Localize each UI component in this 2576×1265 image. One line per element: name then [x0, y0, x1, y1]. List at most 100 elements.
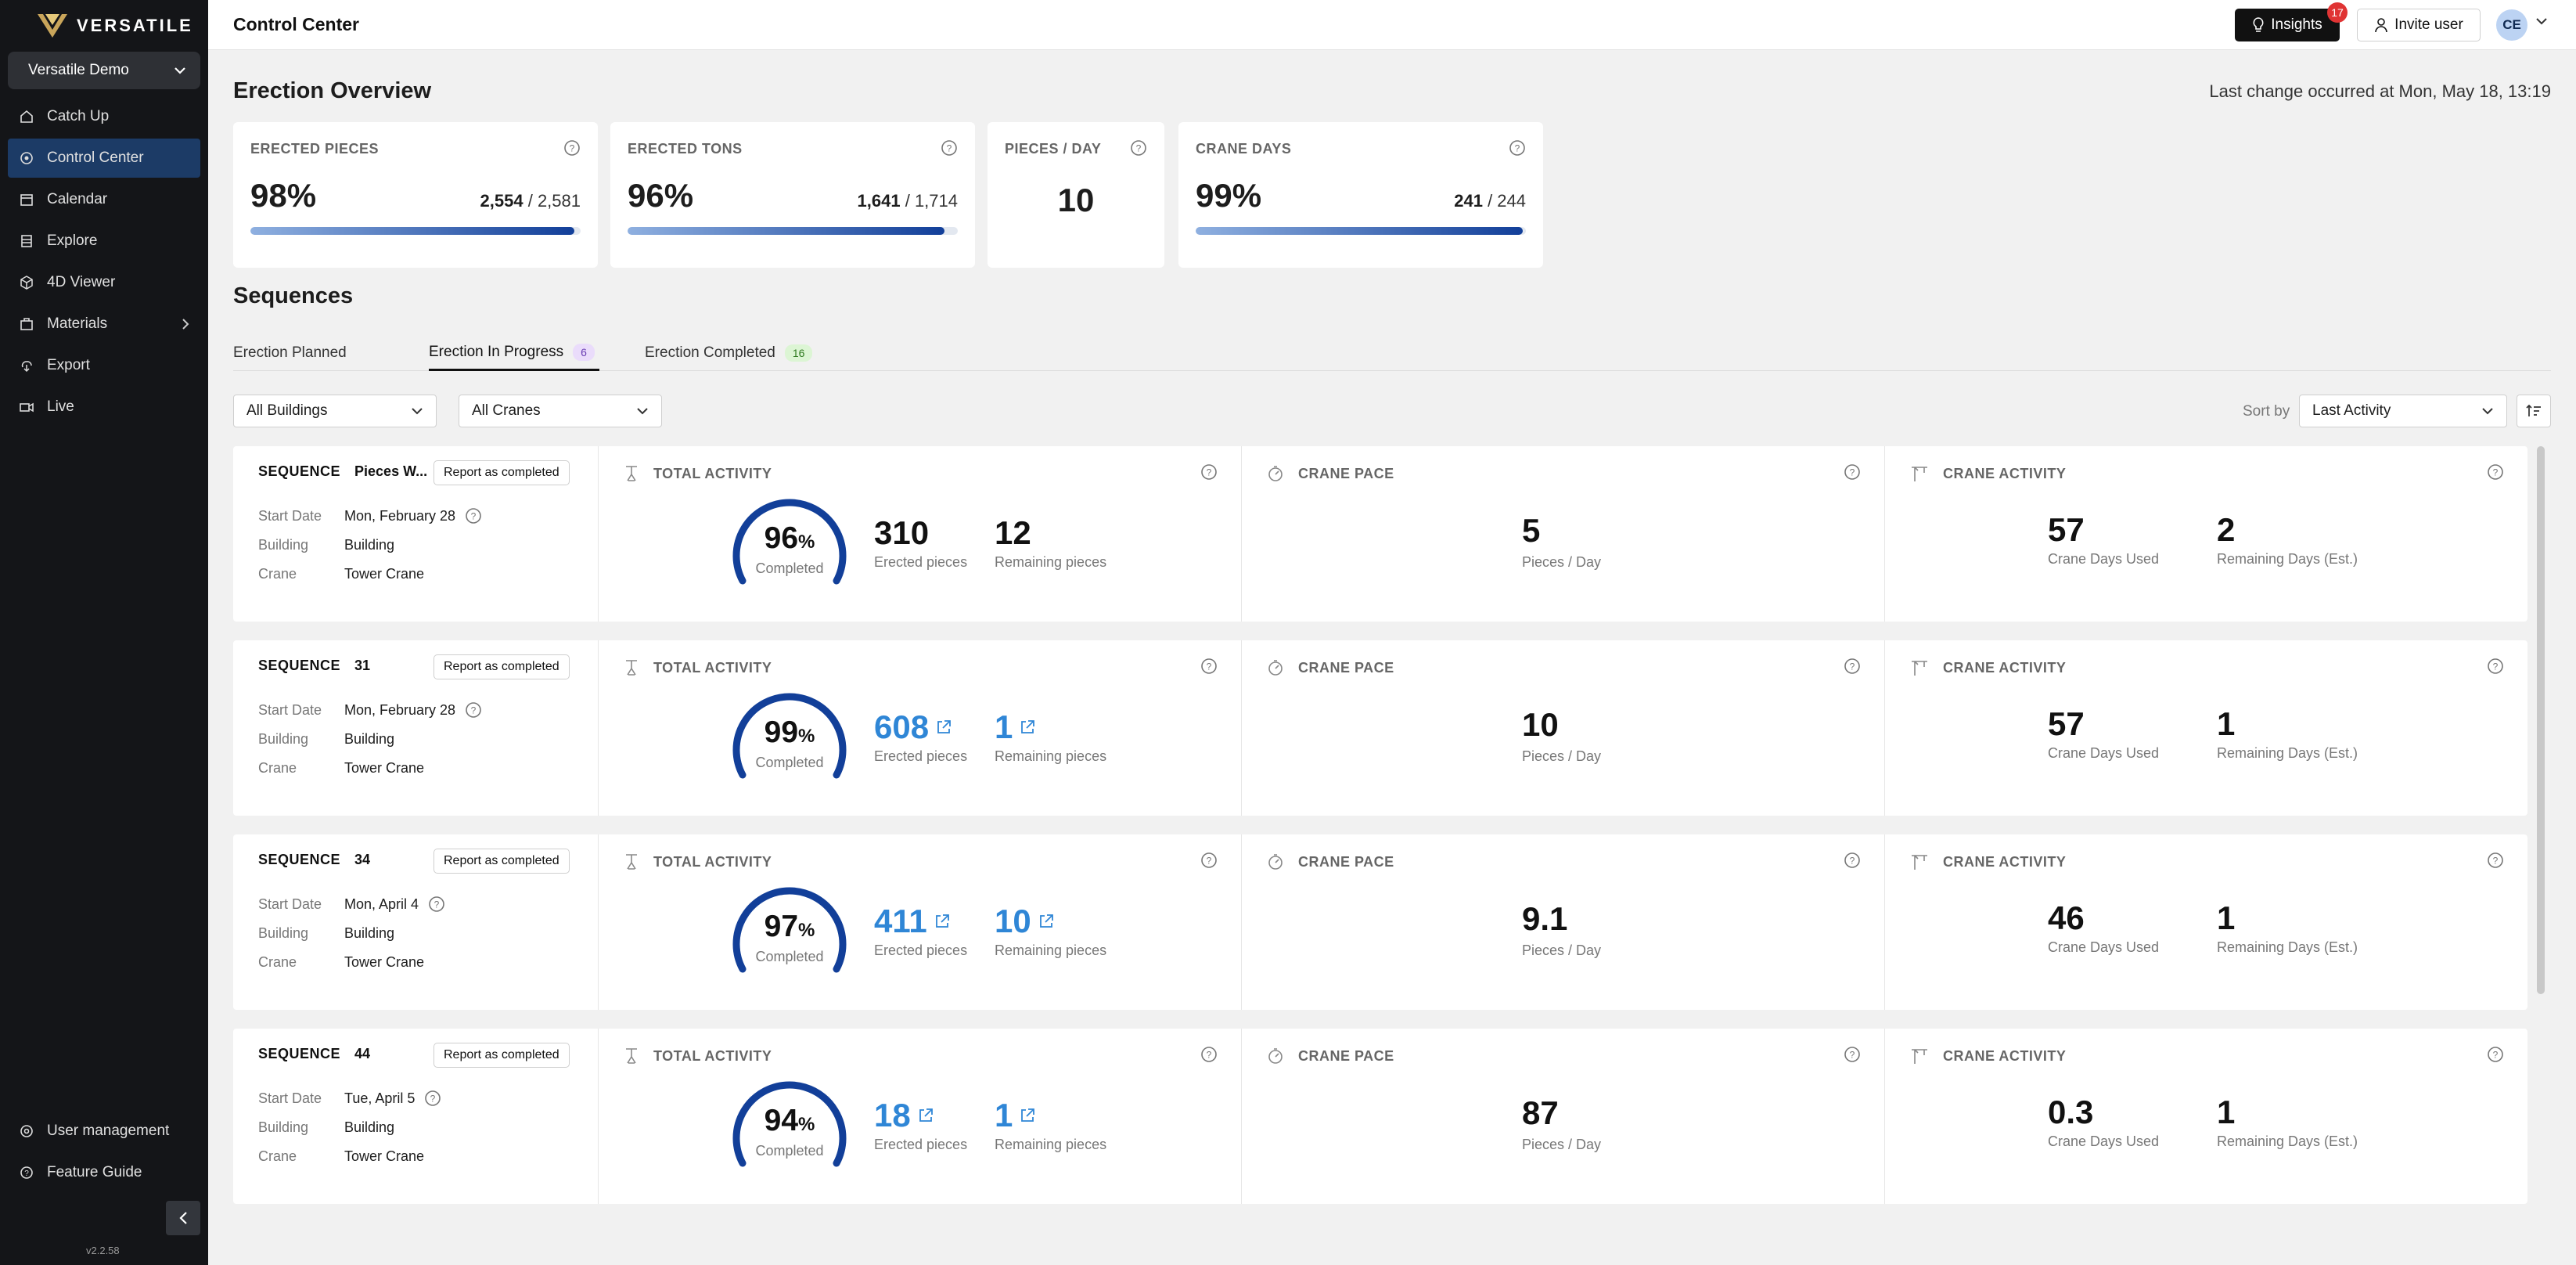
sidebar-item-feature-guide[interactable]: ? Feature Guide	[8, 1153, 200, 1192]
help-icon[interactable]: ?	[563, 139, 581, 157]
sidebar-item-label: Control Center	[47, 150, 144, 166]
help-icon[interactable]: ?	[1200, 1046, 1218, 1063]
erected-pieces-label: Erected pieces	[874, 554, 968, 570]
last-change-text: Last change occurred at Mon, May 18, 13:…	[2209, 81, 2551, 101]
sidebar-item-live[interactable]: Live	[8, 387, 200, 427]
help-icon[interactable]: ?	[2487, 1046, 2504, 1063]
avatar[interactable]: CE	[2496, 9, 2527, 41]
help-icon[interactable]: ?	[1844, 658, 1861, 675]
calendar-icon	[19, 192, 34, 207]
crane-activity-section: CRANE ACTIVITY ? 57 Crane Days Used 2 Re…	[1884, 446, 2527, 622]
crane-pace-section: CRANE PACE ? 9.1 Pieces / Day	[1241, 834, 1884, 1010]
scrollbar[interactable]	[2537, 446, 2545, 994]
help-icon[interactable]: ?	[1844, 852, 1861, 869]
gauge-icon	[1268, 1048, 1283, 1064]
sidebar-item-label: Live	[47, 398, 74, 415]
external-link-icon[interactable]	[917, 1107, 934, 1124]
home-icon	[19, 109, 34, 124]
help-icon[interactable]: ?	[1844, 1046, 1861, 1063]
crane-pace-metric: 10 Pieces / Day	[1522, 706, 1601, 765]
svg-text:?: ?	[2493, 856, 2499, 867]
sidebar-item-catch-up[interactable]: Catch Up	[8, 97, 200, 136]
remaining-pieces-number: 1	[995, 1097, 1013, 1133]
crane-value: Tower Crane	[344, 760, 425, 776]
sidebar-item-materials[interactable]: Materials	[8, 305, 200, 344]
external-link-icon[interactable]	[934, 913, 951, 930]
erected-pieces-value[interactable]: 18	[874, 1097, 967, 1133]
sidebar-item-label: User management	[47, 1123, 170, 1139]
sort-select[interactable]: Last Activity	[2299, 395, 2507, 427]
stat-fraction: 2,554 / 2,581	[480, 191, 581, 211]
remaining-pieces-value[interactable]: 1	[995, 708, 1106, 745]
external-link-icon[interactable]	[1019, 719, 1036, 736]
sidebar-item-control-center[interactable]: Control Center	[8, 139, 200, 178]
crane-row: Crane Tower Crane	[258, 760, 424, 777]
buildings-filter[interactable]: All Buildings	[233, 395, 437, 427]
stat-done: 2,554	[480, 191, 523, 211]
completed-percent-wrap: 94%	[729, 1104, 851, 1138]
tab-erection-planned[interactable]: Erection Planned	[233, 335, 347, 371]
external-link-icon[interactable]	[935, 719, 952, 736]
sidebar-item-export[interactable]: Export	[8, 346, 200, 385]
help-icon[interactable]: ?	[1200, 463, 1218, 481]
remaining-days-metric: 1 Remaining Days (Est.)	[2217, 1094, 2358, 1150]
insights-button[interactable]: Insights 17	[2235, 2, 2348, 41]
sidebar-item-label: Materials	[47, 315, 108, 332]
start-date-value-wrap: Tue, April 5 ?	[344, 1090, 441, 1107]
help-icon[interactable]: ?	[1509, 139, 1526, 157]
external-link-icon[interactable]	[1038, 913, 1055, 930]
help-icon[interactable]: ?	[465, 701, 482, 719]
remaining-pieces-value[interactable]: 10	[995, 903, 1106, 939]
sidebar-item-4d-viewer[interactable]: 4D Viewer	[8, 263, 200, 302]
percent-sign: %	[798, 920, 815, 941]
start-date-label: Start Date	[258, 701, 322, 718]
cranes-filter[interactable]: All Cranes	[459, 395, 662, 427]
help-icon[interactable]: ?	[428, 896, 445, 913]
crane-days-used-metric: 46 Crane Days Used	[2048, 899, 2159, 956]
remaining-pieces-value[interactable]: 1	[995, 1097, 1106, 1133]
help-icon[interactable]: ?	[465, 507, 482, 524]
help-icon[interactable]: ?	[941, 139, 958, 157]
stat-done: 1,641	[857, 191, 901, 211]
help-icon[interactable]: ?	[424, 1090, 441, 1107]
help-icon[interactable]: ?	[1200, 852, 1218, 869]
stat-total: / 1,714	[900, 191, 958, 211]
report-as-completed-button[interactable]: Report as completed	[434, 1043, 570, 1068]
external-link-icon[interactable]	[1019, 1107, 1036, 1124]
erected-pieces-value[interactable]: 608	[874, 708, 967, 745]
erected-pieces-number: 18	[874, 1097, 911, 1133]
collapse-sidebar-button[interactable]	[166, 1201, 200, 1235]
tower-crane-icon	[1912, 661, 1927, 676]
help-icon[interactable]: ?	[2487, 463, 2504, 481]
svg-text:?: ?	[471, 705, 477, 716]
app-logo[interactable]: VERSATILE	[36, 13, 193, 39]
report-as-completed-button[interactable]: Report as completed	[434, 460, 570, 485]
help-icon[interactable]: ?	[1200, 658, 1218, 675]
sort-order-button[interactable]	[2517, 395, 2551, 427]
erection-overview-heading: Erection Overview	[233, 78, 432, 103]
sidebar-item-explore[interactable]: Explore	[8, 222, 200, 261]
sidebar-item-user-management[interactable]: User management	[8, 1112, 200, 1151]
total-activity-section: TOTAL ACTIVITY ? 94% Completed 18 Erecte…	[598, 1029, 1241, 1204]
svg-text:?: ?	[1515, 143, 1520, 154]
sidebar-item-calendar[interactable]: Calendar	[8, 180, 200, 219]
erected-pieces-value[interactable]: 411	[874, 903, 967, 939]
help-icon[interactable]: ?	[2487, 658, 2504, 675]
pieces-per-day-value: 10	[1522, 706, 1559, 743]
tab-erection-in-progress[interactable]: Erection In Progress 6	[429, 335, 599, 371]
report-as-completed-button[interactable]: Report as completed	[434, 654, 570, 679]
sidebar-nav: Catch Up Control Center Calendar Explore…	[8, 97, 200, 429]
help-icon[interactable]: ?	[1844, 463, 1861, 481]
report-as-completed-button[interactable]: Report as completed	[434, 849, 570, 874]
help-icon[interactable]: ?	[2487, 852, 2504, 869]
pieces-per-day-value: 5	[1522, 512, 1541, 549]
org-select[interactable]: Versatile Demo	[8, 52, 200, 89]
stat-label: ERECTED PIECES	[250, 141, 380, 157]
crane-row: Crane Tower Crane	[258, 566, 424, 582]
tab-erection-completed[interactable]: Erection Completed 16	[645, 335, 813, 371]
invite-user-button[interactable]: Invite user	[2357, 9, 2481, 41]
crane-label: Crane	[258, 760, 297, 776]
chevron-down-icon[interactable]	[2535, 17, 2548, 25]
help-icon[interactable]: ?	[1130, 139, 1147, 157]
crane-days-used-value: 0.3	[2048, 1094, 2094, 1130]
